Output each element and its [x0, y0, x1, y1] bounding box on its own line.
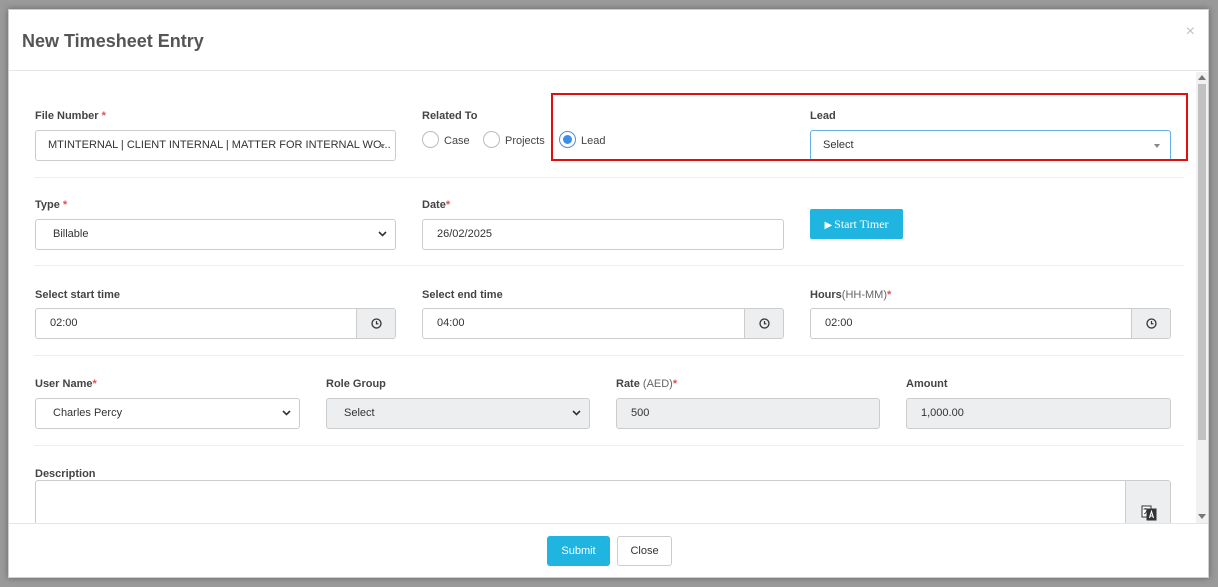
user-name-value: Charles Percy	[53, 407, 123, 419]
clock-icon[interactable]	[744, 309, 783, 338]
radio-case[interactable]	[422, 131, 439, 148]
type-select[interactable]: Billable	[35, 219, 396, 250]
end-time-value: 04:00	[437, 317, 465, 329]
divider	[34, 177, 1184, 178]
submit-button[interactable]: Submit	[547, 536, 610, 566]
chevron-down-icon	[572, 399, 581, 416]
hours-label: Hours(HH-MM)*	[810, 289, 892, 301]
start-time-input[interactable]: 02:00	[35, 308, 396, 339]
rate-label: Rate (AED)*	[616, 378, 678, 390]
date-input[interactable]: 26/02/2025	[422, 219, 784, 250]
amount-label: Amount	[906, 378, 948, 390]
modal-header: New Timesheet Entry ×	[9, 10, 1208, 71]
user-name-select[interactable]: Charles Percy	[35, 398, 300, 429]
start-time-label: Select start time	[35, 289, 120, 301]
clock-icon[interactable]	[1131, 309, 1170, 338]
caret-down-icon	[379, 144, 385, 148]
modal-title: New Timesheet Entry	[22, 31, 204, 51]
hours-value: 02:00	[825, 317, 853, 329]
start-timer-button[interactable]: ▶ Start Timer	[810, 209, 903, 239]
vertical-scrollbar[interactable]	[1196, 72, 1208, 523]
scroll-thumb[interactable]	[1198, 84, 1206, 440]
radio-projects[interactable]	[483, 131, 500, 148]
play-icon: ▶	[824, 220, 833, 231]
file-number-label: File Number *	[35, 110, 106, 122]
type-label: Type *	[35, 199, 68, 211]
start-timer-label: Start Timer	[834, 217, 889, 231]
rate-value: 500	[631, 407, 650, 419]
timesheet-modal: New Timesheet Entry × File Number * MTIN…	[8, 9, 1209, 578]
modal-footer: Submit Close	[9, 523, 1208, 577]
file-number-select[interactable]: MTINTERNAL | CLIENT INTERNAL | MATTER FO…	[35, 130, 396, 161]
scroll-up-arrow[interactable]	[1198, 75, 1206, 80]
user-name-label: User Name*	[35, 378, 97, 390]
modal-body: File Number * MTINTERNAL | CLIENT INTERN…	[9, 72, 1197, 523]
chevron-down-icon	[282, 399, 291, 416]
file-number-value: MTINTERNAL | CLIENT INTERNAL | MATTER FO…	[48, 139, 391, 151]
radio-projects-label: Projects	[505, 135, 545, 147]
close-button[interactable]: Close	[617, 536, 672, 566]
divider	[34, 265, 1184, 266]
translate-icon[interactable]	[1125, 481, 1170, 523]
chevron-down-icon	[378, 220, 387, 237]
date-label: Date*	[422, 199, 451, 211]
divider	[34, 445, 1184, 446]
radio-case-label: Case	[444, 135, 470, 147]
highlight-box	[551, 93, 1188, 161]
type-value: Billable	[53, 228, 89, 240]
rate-input[interactable]: 500	[616, 398, 880, 429]
description-label: Description	[35, 468, 96, 480]
divider	[34, 355, 1184, 356]
hours-input[interactable]: 02:00	[810, 308, 1171, 339]
end-time-input[interactable]: 04:00	[422, 308, 784, 339]
start-time-value: 02:00	[50, 317, 78, 329]
role-group-value: Select	[344, 407, 375, 419]
role-group-select[interactable]: Select	[326, 398, 590, 429]
amount-input[interactable]: 1,000.00	[906, 398, 1171, 429]
end-time-label: Select end time	[422, 289, 503, 301]
scroll-down-arrow[interactable]	[1198, 514, 1206, 519]
description-textarea[interactable]	[35, 480, 1171, 523]
role-group-label: Role Group	[326, 378, 386, 390]
date-value: 26/02/2025	[437, 228, 493, 240]
related-to-label: Related To	[422, 110, 478, 122]
amount-value: 1,000.00	[921, 407, 964, 419]
close-icon[interactable]: ×	[1186, 23, 1195, 41]
clock-icon[interactable]	[356, 309, 395, 338]
